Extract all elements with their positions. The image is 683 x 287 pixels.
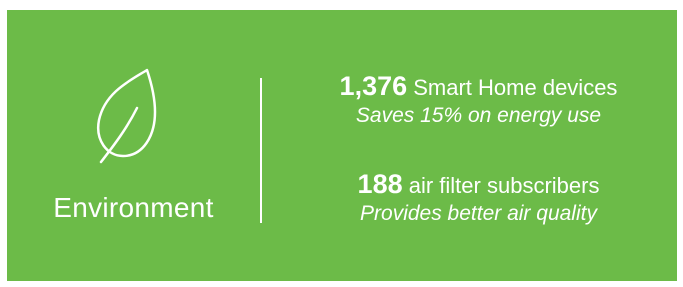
category-section: Environment bbox=[7, 10, 260, 281]
stat-label: Smart Home devices bbox=[413, 75, 618, 100]
stat-number: 188 bbox=[357, 169, 403, 199]
environment-card: Environment 1,376 Smart Home devices Sav… bbox=[7, 10, 677, 281]
stat-item: 188 air filter subscribers Provides bett… bbox=[282, 170, 675, 228]
stat-subtitle: Saves 15% on energy use bbox=[355, 104, 602, 127]
stat-label: air filter subscribers bbox=[408, 173, 600, 198]
stat-headline: 1,376 Smart Home devices bbox=[282, 72, 675, 102]
leaf-icon bbox=[96, 68, 157, 164]
stat-item: 1,376 Smart Home devices Saves 15% on en… bbox=[282, 72, 675, 130]
category-label: Environment bbox=[53, 192, 214, 223]
stats-section: 1,376 Smart Home devices Saves 15% on en… bbox=[282, 10, 675, 281]
vertical-divider bbox=[260, 78, 262, 223]
stat-number: 1,376 bbox=[339, 71, 408, 101]
stat-headline: 188 air filter subscribers bbox=[282, 170, 675, 200]
stat-subtitle: Provides better air quality bbox=[360, 202, 597, 225]
